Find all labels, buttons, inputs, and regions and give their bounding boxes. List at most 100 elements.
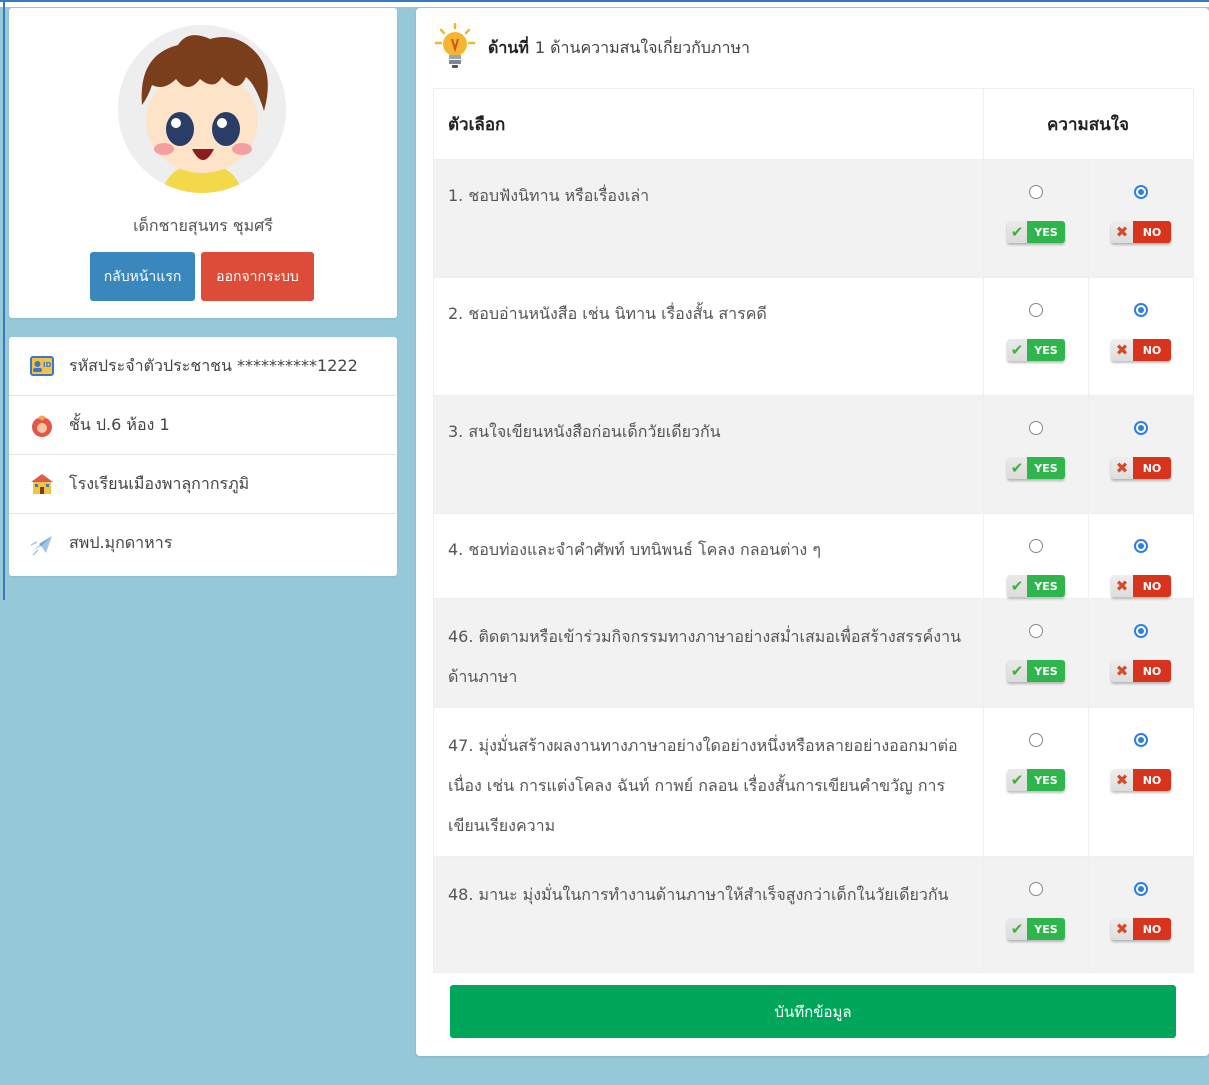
avatar — [118, 25, 286, 193]
radio-yes[interactable] — [1029, 303, 1043, 317]
questionnaire-panel: ด้านที่ 1 ด้านความสนใจเกี่ยวกับภาษา ตัวเ… — [416, 8, 1209, 1056]
cross-icon: ✖ — [1115, 459, 1129, 477]
radio-no[interactable] — [1134, 303, 1148, 317]
yes-label: YES — [1027, 918, 1065, 940]
question-text: 2. ชอบอ่านหนังสือ เช่น นิทาน เรื่องสั้น … — [433, 277, 984, 396]
info-item-class: ชั้น ป.6 ห้อง 1 — [9, 396, 397, 455]
no-label: NO — [1133, 339, 1171, 361]
question-text: 1. ชอบฟังนิทาน หรือเรื่องเล่า — [433, 159, 984, 278]
radio-no[interactable] — [1134, 421, 1148, 435]
check-icon: ✔ — [1010, 920, 1024, 938]
check-icon: ✔ — [1010, 341, 1024, 359]
yes-label: YES — [1027, 575, 1065, 597]
cross-icon: ✖ — [1115, 341, 1129, 359]
plane-icon — [30, 535, 52, 556]
section-header: ด้านที่ 1 ด้านความสนใจเกี่ยวกับภาษา — [432, 23, 750, 73]
question-text: 46. ติดตามหรือเข้าร่วมกิจกรรมทางภาษาอย่า… — [433, 598, 984, 708]
question-text: 48. มานะ มุ่งมั่นในการทำงานด้านภาษาให้สำ… — [433, 856, 984, 973]
option-cell-yes: ✔ YES — [983, 513, 1089, 599]
section-title: 1 ด้านความสนใจเกี่ยวกับภาษา — [534, 37, 750, 57]
question-text: 4. ชอบท่องและจำคำศัพท์ บทนิพนธ์ โคลง กลอ… — [433, 513, 984, 599]
no-badge[interactable]: ✖ NO — [1111, 918, 1171, 940]
yes-badge[interactable]: ✔ YES — [1007, 221, 1065, 243]
no-label: NO — [1133, 457, 1171, 479]
option-cell-yes: ✔ YES — [983, 159, 1089, 278]
option-cell-yes: ✔ YES — [983, 598, 1089, 708]
no-badge[interactable]: ✖ NO — [1111, 769, 1171, 791]
boy-avatar-icon — [118, 25, 286, 193]
section-prefix: ด้านที่ — [488, 37, 529, 57]
yes-label: YES — [1027, 339, 1065, 361]
radio-yes[interactable] — [1029, 539, 1043, 553]
option-cell-yes: ✔ YES — [983, 277, 1089, 396]
school-icon — [31, 474, 53, 494]
radio-no[interactable] — [1134, 539, 1148, 553]
svg-text:ID: ID — [43, 361, 52, 369]
column-header-option: ตัวเลือก — [433, 88, 984, 160]
radio-yes[interactable] — [1029, 882, 1043, 896]
logout-button[interactable]: ออกจากระบบ — [201, 252, 314, 301]
yes-badge[interactable]: ✔ YES — [1007, 339, 1065, 361]
no-badge[interactable]: ✖ NO — [1111, 339, 1171, 361]
cross-icon: ✖ — [1115, 771, 1129, 789]
yes-badge[interactable]: ✔ YES — [1007, 457, 1065, 479]
save-button[interactable]: บันทึกข้อมูล — [450, 985, 1176, 1038]
table-row: 1. ชอบฟังนิทาน หรือเรื่องเล่า ✔ YES ✖ NO — [433, 159, 1194, 278]
yes-label: YES — [1027, 457, 1065, 479]
no-label: NO — [1133, 575, 1171, 597]
student-name: เด็กชายสุนทร ชุมศรี — [133, 216, 273, 235]
no-badge[interactable]: ✖ NO — [1111, 457, 1171, 479]
lightbulb-icon — [434, 23, 476, 68]
option-cell-no: ✖ NO — [1088, 513, 1194, 599]
table-row: 4. ชอบท่องและจำคำศัพท์ บทนิพนธ์ โคลง กลอ… — [433, 513, 1194, 599]
yes-label: YES — [1027, 769, 1065, 791]
student-info-list: ID รหัสประจำตัวประชาชน **********1222 ชั… — [9, 337, 397, 576]
no-badge[interactable]: ✖ NO — [1111, 660, 1171, 682]
check-icon: ✔ — [1010, 223, 1024, 241]
radio-yes[interactable] — [1029, 733, 1043, 747]
table-row: 3. สนใจเขียนหนังสือก่อนเด็กวัยเดียวกัน ✔ Y… — [433, 395, 1194, 514]
no-badge[interactable]: ✖ NO — [1111, 575, 1171, 597]
class-text: ชั้น ป.6 ห้อง 1 — [69, 414, 170, 434]
option-cell-no: ✖ NO — [1088, 277, 1194, 396]
office-text: สพป.มุกดาหาร — [69, 533, 173, 552]
table-row: 47. มุ่งมั่นสร้างผลงานทางภาษาอย่างใดอย่า… — [433, 707, 1194, 857]
no-badge[interactable]: ✖ NO — [1111, 221, 1171, 243]
radio-no[interactable] — [1134, 624, 1148, 638]
table-row: 48. มานะ มุ่งมั่นในการทำงานด้านภาษาให้สำ… — [433, 856, 1194, 973]
yes-badge[interactable]: ✔ YES — [1007, 660, 1065, 682]
table-row: 46. ติดตามหรือเข้าร่วมกิจกรรมทางภาษาอย่า… — [433, 598, 1194, 708]
table-row: 2. ชอบอ่านหนังสือ เช่น นิทาน เรื่องสั้น … — [433, 277, 1194, 396]
option-cell-yes: ✔ YES — [983, 856, 1089, 973]
option-cell-no: ✖ NO — [1088, 856, 1194, 973]
class-icon — [32, 415, 52, 437]
question-table: ตัวเลือก ความสนใจ 1. ชอบฟังนิทาน หรือเรื… — [433, 88, 1194, 973]
check-icon: ✔ — [1010, 662, 1024, 680]
yes-badge[interactable]: ✔ YES — [1007, 575, 1065, 597]
yes-label: YES — [1027, 660, 1065, 682]
option-cell-no: ✖ NO — [1088, 159, 1194, 278]
column-header-interest: ความสนใจ — [983, 88, 1194, 160]
profile-card: เด็กชายสุนทร ชุมศรี กลับหน้าแรก ออกจากระ… — [9, 8, 397, 318]
yes-badge[interactable]: ✔ YES — [1007, 769, 1065, 791]
radio-yes[interactable] — [1029, 624, 1043, 638]
question-text: 47. มุ่งมั่นสร้างผลงานทางภาษาอย่างใดอย่า… — [433, 707, 984, 857]
radio-no[interactable] — [1134, 882, 1148, 896]
radio-yes[interactable] — [1029, 421, 1043, 435]
info-item-school: โรงเรียนเมืองพาลุกากรภูมิ — [9, 455, 397, 514]
radio-no[interactable] — [1134, 733, 1148, 747]
cross-icon: ✖ — [1115, 662, 1129, 680]
info-item-citizen-id: ID รหัสประจำตัวประชาชน **********1222 — [9, 337, 397, 396]
no-label: NO — [1133, 660, 1171, 682]
check-icon: ✔ — [1010, 459, 1024, 477]
option-cell-yes: ✔ YES — [983, 395, 1089, 514]
radio-no[interactable] — [1134, 185, 1148, 199]
no-label: NO — [1133, 769, 1171, 791]
left-border — [3, 0, 5, 600]
cross-icon: ✖ — [1115, 223, 1129, 241]
radio-yes[interactable] — [1029, 185, 1043, 199]
yes-label: YES — [1027, 221, 1065, 243]
yes-badge[interactable]: ✔ YES — [1007, 918, 1065, 940]
no-label: NO — [1133, 918, 1171, 940]
home-button[interactable]: กลับหน้าแรก — [90, 252, 195, 301]
